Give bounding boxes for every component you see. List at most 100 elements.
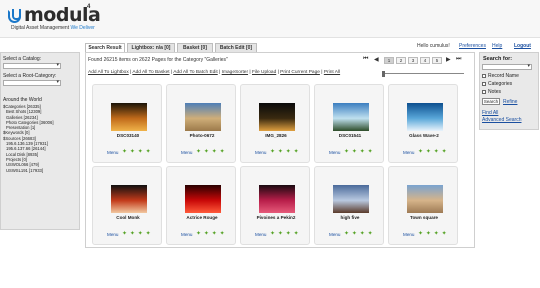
greeting-text: Hello cumulus! xyxy=(417,43,450,49)
asset-name: Pivoines a Pekin2 xyxy=(256,215,296,220)
asset-name: Cool Monk xyxy=(116,215,140,220)
asset-action-icons[interactable]: ✦ ✦ ✦ ✦ xyxy=(344,230,373,237)
page-1[interactable]: 1 xyxy=(384,57,394,64)
asset-card[interactable]: DSC03140 Menu ✦ ✦ ✦ ✦ xyxy=(92,84,162,163)
tagline-prefix: Digital Asset Management xyxy=(11,25,70,31)
help-link[interactable]: Help xyxy=(492,43,502,49)
search-title: Search for: xyxy=(483,56,513,62)
print-current-page-link[interactable]: Print Current Page xyxy=(280,70,320,75)
tagline-suffix: We Deliver xyxy=(70,25,95,31)
logo-tagline: Digital Asset Management We Deliver xyxy=(11,25,95,31)
file-upload-link[interactable]: File Upload xyxy=(252,70,276,75)
checkbox-icon[interactable] xyxy=(482,89,486,94)
tab-batch-edit[interactable]: Batch Edit [0] xyxy=(215,43,257,52)
asset-action-icons[interactable]: ✦ ✦ ✦ ✦ xyxy=(270,148,299,155)
asset-card[interactable]: Town square Menu ✦ ✦ ✦ ✦ xyxy=(388,166,458,245)
asset-menu-link[interactable]: Menu xyxy=(329,150,341,155)
asset-action-icons[interactable]: ✦ ✦ ✦ ✦ xyxy=(344,148,373,155)
thumbnail-size-slider[interactable] xyxy=(382,71,464,77)
logo-icon xyxy=(8,9,21,23)
asset-card[interactable]: Photo-0672 Menu ✦ ✦ ✦ ✦ xyxy=(166,84,236,163)
asset-card[interactable]: Cool Monk Menu ✦ ✦ ✦ ✦ xyxy=(92,166,162,245)
asset-name: DSC03140 xyxy=(116,133,140,138)
asset-action-icons[interactable]: ✦ ✦ ✦ ✦ xyxy=(196,148,225,155)
asset-action-icons[interactable]: ✦ ✦ ✦ ✦ xyxy=(270,230,299,237)
next-page-icon[interactable]: ▶ xyxy=(446,56,451,63)
asset-card[interactable]: IMG_2826 Menu ✦ ✦ ✦ ✦ xyxy=(240,84,310,163)
asset-menu-link[interactable]: Menu xyxy=(181,150,193,155)
category-tree: $Categories [26335] Best Shots [12309] Gal… xyxy=(3,104,79,173)
tab-basket[interactable]: Basket [0] xyxy=(177,43,213,52)
search-scope-select[interactable] xyxy=(482,63,532,70)
asset-action-icons[interactable]: ✦ ✦ ✦ ✦ xyxy=(418,148,447,155)
asset-thumbnail[interactable] xyxy=(111,185,147,213)
checkbox-icon[interactable] xyxy=(482,73,486,78)
add-all-batch-edit-link[interactable]: Add All To Batch Edit xyxy=(173,70,217,75)
asset-thumbnail[interactable] xyxy=(259,185,295,213)
asset-thumbnail[interactable] xyxy=(259,103,295,131)
asset-thumbnail[interactable] xyxy=(111,103,147,131)
asset-action-icons[interactable]: ✦ ✦ ✦ ✦ xyxy=(418,230,447,237)
add-all-basket-link[interactable]: Add All To Basket xyxy=(132,70,169,75)
asset-thumbnail[interactable] xyxy=(407,185,443,213)
advanced-search-link[interactable]: Advanced Search xyxy=(482,117,521,123)
asset-menu-link[interactable]: Menu xyxy=(255,150,267,155)
asset-name: Town square xyxy=(410,215,438,220)
asset-menu-link[interactable]: Menu xyxy=(181,232,193,237)
refine-link[interactable]: Refine xyxy=(503,99,517,105)
option-categories[interactable]: Categories xyxy=(482,81,512,87)
root-category-label: Select a Root-Category: xyxy=(3,73,57,79)
option-label: Notes xyxy=(488,89,502,95)
option-label: Record Name xyxy=(488,73,519,79)
asset-thumbnail[interactable] xyxy=(185,103,221,131)
page-2[interactable]: 2 xyxy=(396,57,406,64)
root-category-select[interactable] xyxy=(3,79,61,86)
tab-lightbox[interactable]: Lightbox: n/a [0] xyxy=(127,43,175,52)
asset-action-icons[interactable]: ✦ ✦ ✦ ✦ xyxy=(122,230,151,237)
print-all-link[interactable]: Print All xyxy=(324,70,340,75)
slider-handle[interactable] xyxy=(382,71,385,77)
asset-card[interactable]: Actrice Rouge Menu ✦ ✦ ✦ ✦ xyxy=(166,166,236,245)
asset-menu-link[interactable]: Menu xyxy=(107,232,119,237)
add-all-lightbox-link[interactable]: Add All To Lightbox xyxy=(88,70,129,75)
catalog-label: Select a Catalog: xyxy=(3,56,42,62)
option-notes[interactable]: Notes xyxy=(482,89,501,95)
asset-menu-link[interactable]: Menu xyxy=(329,232,341,237)
checkbox-icon[interactable] xyxy=(482,81,486,86)
find-all-link[interactable]: Find All xyxy=(482,110,498,116)
asset-thumbnail[interactable] xyxy=(185,185,221,213)
page-3[interactable]: 3 xyxy=(408,57,418,64)
asset-card[interactable]: high five Menu ✦ ✦ ✦ ✦ xyxy=(314,166,384,245)
logout-link[interactable]: Logout xyxy=(514,43,531,49)
option-record-name[interactable]: Record Name xyxy=(482,73,519,79)
app-header: modula 4 Digital Asset Management We Del… xyxy=(0,0,540,38)
tree-item[interactable]: USWSL191 [17933] xyxy=(3,168,79,173)
first-page-icon[interactable]: ⏮ xyxy=(363,56,368,63)
last-page-icon[interactable]: ⏭ xyxy=(456,56,461,63)
page-4[interactable]: 4 xyxy=(420,57,430,64)
logo-version: 4 xyxy=(87,4,91,10)
search-button[interactable]: Search xyxy=(482,98,500,105)
asset-thumbnail[interactable] xyxy=(407,103,443,131)
asset-thumbnail[interactable] xyxy=(333,185,369,213)
catalog-select[interactable] xyxy=(3,62,61,69)
asset-menu-link[interactable]: Menu xyxy=(403,232,415,237)
asset-name: DSC01541 xyxy=(338,133,362,138)
imagesorter-link[interactable]: ImageSorter xyxy=(222,70,248,75)
asset-menu-link[interactable]: Menu xyxy=(255,232,267,237)
asset-name: Photo-0672 xyxy=(189,133,215,138)
search-panel: Search for: Record Name Categories Notes… xyxy=(479,52,539,130)
asset-card[interactable]: Pivoines a Pekin2 Menu ✦ ✦ ✦ ✦ xyxy=(240,166,310,245)
asset-menu-link[interactable]: Menu xyxy=(107,150,119,155)
preferences-link[interactable]: Preferences xyxy=(459,43,486,49)
asset-name: IMG_2826 xyxy=(265,133,287,138)
asset-card[interactable]: DSC01541 Menu ✦ ✦ ✦ ✦ xyxy=(314,84,384,163)
prev-page-icon[interactable]: ◀ xyxy=(374,56,379,63)
asset-action-icons[interactable]: ✦ ✦ ✦ ✦ xyxy=(196,230,225,237)
asset-menu-link[interactable]: Menu xyxy=(403,150,415,155)
asset-action-icons[interactable]: ✦ ✦ ✦ ✦ xyxy=(122,148,151,155)
asset-card[interactable]: Glass Wave-2 Menu ✦ ✦ ✦ ✦ xyxy=(388,84,458,163)
asset-name: Actrice Rouge xyxy=(186,215,218,220)
page-5[interactable]: 5 xyxy=(432,57,442,64)
asset-thumbnail[interactable] xyxy=(333,103,369,131)
